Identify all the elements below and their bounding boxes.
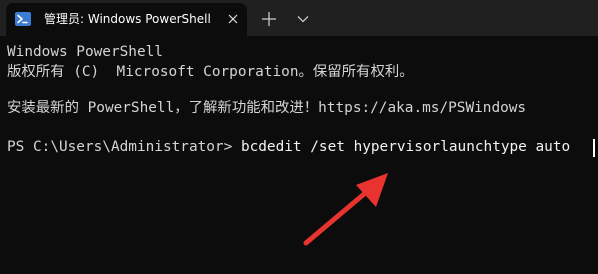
- tab-title: 管理员: Windows PowerShell: [44, 12, 211, 26]
- title-bar: 管理员: Windows PowerShell: [0, 0, 598, 36]
- terminal-window: 管理员: Windows PowerShell Windows PowerShe…: [0, 0, 598, 274]
- text-cursor: [593, 139, 595, 157]
- output-line: 安装最新的 PowerShell，了解新功能和改进！https://aka.ms…: [7, 100, 527, 116]
- command-input[interactable]: bcdedit /set hypervisorlaunchtype auto: [241, 139, 570, 155]
- powershell-icon: [15, 12, 31, 26]
- tab-powershell[interactable]: 管理员: Windows PowerShell: [6, 3, 247, 36]
- close-icon[interactable]: [225, 11, 241, 27]
- output-line: 版权所有 (C) Microsoft Corporation。保留所有权利。: [7, 64, 414, 80]
- output-line: Windows PowerShell: [7, 44, 163, 60]
- command-line[interactable]: PS C:\Users\Administrator> bcdedit /set …: [7, 138, 570, 157]
- prompt: PS C:\Users\Administrator>: [7, 139, 241, 155]
- chevron-down-icon[interactable]: [296, 12, 310, 26]
- red-arrow-icon: [303, 173, 388, 246]
- plus-icon[interactable]: [260, 10, 278, 28]
